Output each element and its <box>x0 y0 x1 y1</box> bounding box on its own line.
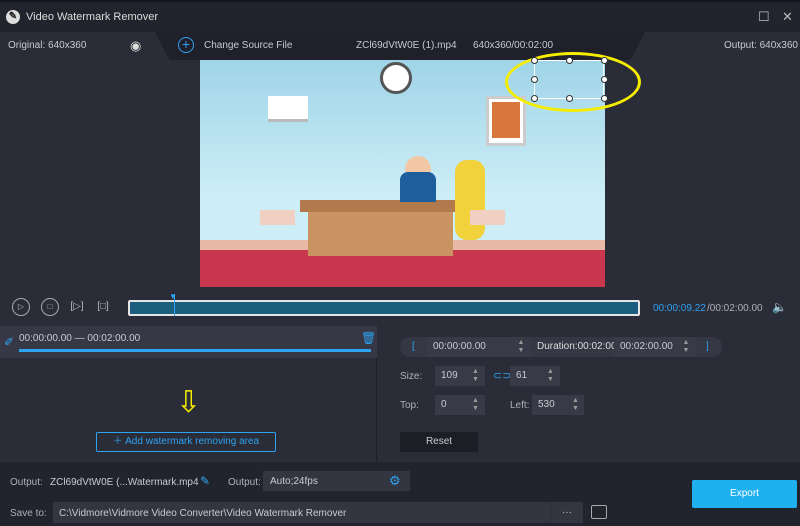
format-value: Auto;24fps <box>270 476 318 487</box>
resize-handle[interactable] <box>531 57 538 64</box>
settings-panel: [ 00:00:00.00 ▲ ▼ Duration:00:02:00.00 00… <box>378 326 800 462</box>
timeline-track[interactable] <box>128 300 640 316</box>
resize-handle[interactable] <box>601 57 608 64</box>
maximize-icon[interactable]: ☐ <box>758 9 770 25</box>
open-folder-icon[interactable] <box>591 505 607 519</box>
add-icon[interactable]: + <box>178 37 194 53</box>
reset-button[interactable]: Reset <box>400 432 478 452</box>
app-logo-icon: ✎ <box>6 10 20 24</box>
resize-handle[interactable] <box>531 95 538 102</box>
save-path-value: C:\Vidmore\Vidmore Video Converter\Video… <box>59 508 347 519</box>
format-label: Output: <box>228 477 261 488</box>
end-spinner[interactable]: ▲ ▼ <box>676 337 696 357</box>
output-filename: ZCl69dVtW0E (...Watermark.mp4 <box>50 477 199 488</box>
top-spinner[interactable]: ▲ ▼ <box>472 397 479 413</box>
playhead-marker-icon[interactable]: ▼ <box>169 292 177 301</box>
info-bar: Original: 640x360 ◉ + Change Source File… <box>0 32 800 60</box>
save-to-label: Save to: <box>10 508 47 519</box>
stop-segment-icon[interactable]: [□] <box>94 298 112 316</box>
playback-controls: ▷ □ [▷] [□] ▼ 00:00:09.22 /00:02:00.00 🔈 <box>0 290 800 326</box>
width-spinner[interactable]: ▲ ▼ <box>472 368 479 384</box>
clip-time-controls: [ 00:00:00.00 ▲ ▼ Duration:00:02:00.00 00… <box>400 337 722 357</box>
export-button[interactable]: Export <box>692 480 797 508</box>
total-time: /00:02:00.00 <box>707 303 763 314</box>
play-segment-icon[interactable]: [▷] <box>68 298 86 316</box>
source-meta: 640x360/00:02:00 <box>473 40 554 51</box>
link-icon[interactable]: ⊂⊃ <box>493 369 511 382</box>
eraser-icon: ✐ <box>4 335 15 349</box>
resize-handle[interactable] <box>566 57 573 64</box>
top-label: Top: <box>400 400 419 411</box>
plus-icon: ＋ <box>112 436 126 447</box>
arrow-down-annotation-icon: ⇩ <box>176 386 202 419</box>
app-title: Video Watermark Remover <box>26 11 159 23</box>
segment-range: 00:00:00.00 — 00:02:00.00 <box>19 333 141 344</box>
eye-toggle-icon[interactable]: ◉ <box>130 38 141 54</box>
size-label: Size: <box>400 371 423 382</box>
set-start-button[interactable]: [ <box>412 341 415 352</box>
gear-icon[interactable]: ⚙ <box>389 473 401 489</box>
left-label: Left: <box>510 400 530 411</box>
save-path-field[interactable]: C:\Vidmore\Vidmore Video Converter\Video… <box>53 502 583 523</box>
add-watermark-area-label: Add watermark removing area <box>125 436 260 447</box>
output-label: Output: <box>10 477 43 488</box>
browse-button[interactable]: ··· <box>550 502 583 523</box>
play-icon[interactable]: ▷ <box>12 298 30 316</box>
left-spinner[interactable]: ▲ ▼ <box>572 397 579 413</box>
height-spinner[interactable]: ▲ ▼ <box>547 368 554 384</box>
title-bar: ✎ Video Watermark Remover ☐ ✕ <box>0 0 800 32</box>
resize-handle[interactable] <box>531 76 538 83</box>
change-source-button[interactable]: Change Source File <box>204 40 292 51</box>
segment-bar <box>19 349 371 352</box>
output-resolution: Output: 640x360 <box>724 40 798 51</box>
original-resolution: Original: 640x360 <box>8 40 87 51</box>
stop-icon[interactable]: □ <box>41 298 59 316</box>
bottom-bar: Output: ZCl69dVtW0E (...Watermark.mp4 ✎ … <box>0 462 800 526</box>
edit-pencil-icon[interactable]: ✎ <box>200 474 210 488</box>
source-filename: ZCl69dVtW0E (1).mp4 <box>356 40 457 51</box>
format-field[interactable]: Auto;24fps ⚙ <box>263 471 410 491</box>
trash-icon[interactable]: 🗑 <box>361 331 376 345</box>
resize-handle[interactable] <box>601 95 608 102</box>
add-watermark-area-button[interactable]: ＋ Add watermark removing area <box>96 432 276 452</box>
start-time-field[interactable]: 00:00:00.00 <box>427 337 511 357</box>
watermark-selection-box[interactable] <box>534 60 604 99</box>
segment-item[interactable]: ✐ 00:00:00.00 — 00:02:00.00 🗑 <box>0 326 377 358</box>
resize-handle[interactable] <box>566 95 573 102</box>
current-time: 00:00:09.22 <box>653 303 706 314</box>
start-spinner[interactable]: ▲ ▼ <box>511 337 531 357</box>
resize-handle[interactable] <box>601 76 608 83</box>
set-end-button[interactable]: ] <box>706 341 709 352</box>
close-icon[interactable]: ✕ <box>782 9 793 25</box>
volume-icon[interactable]: 🔈 <box>772 300 787 314</box>
